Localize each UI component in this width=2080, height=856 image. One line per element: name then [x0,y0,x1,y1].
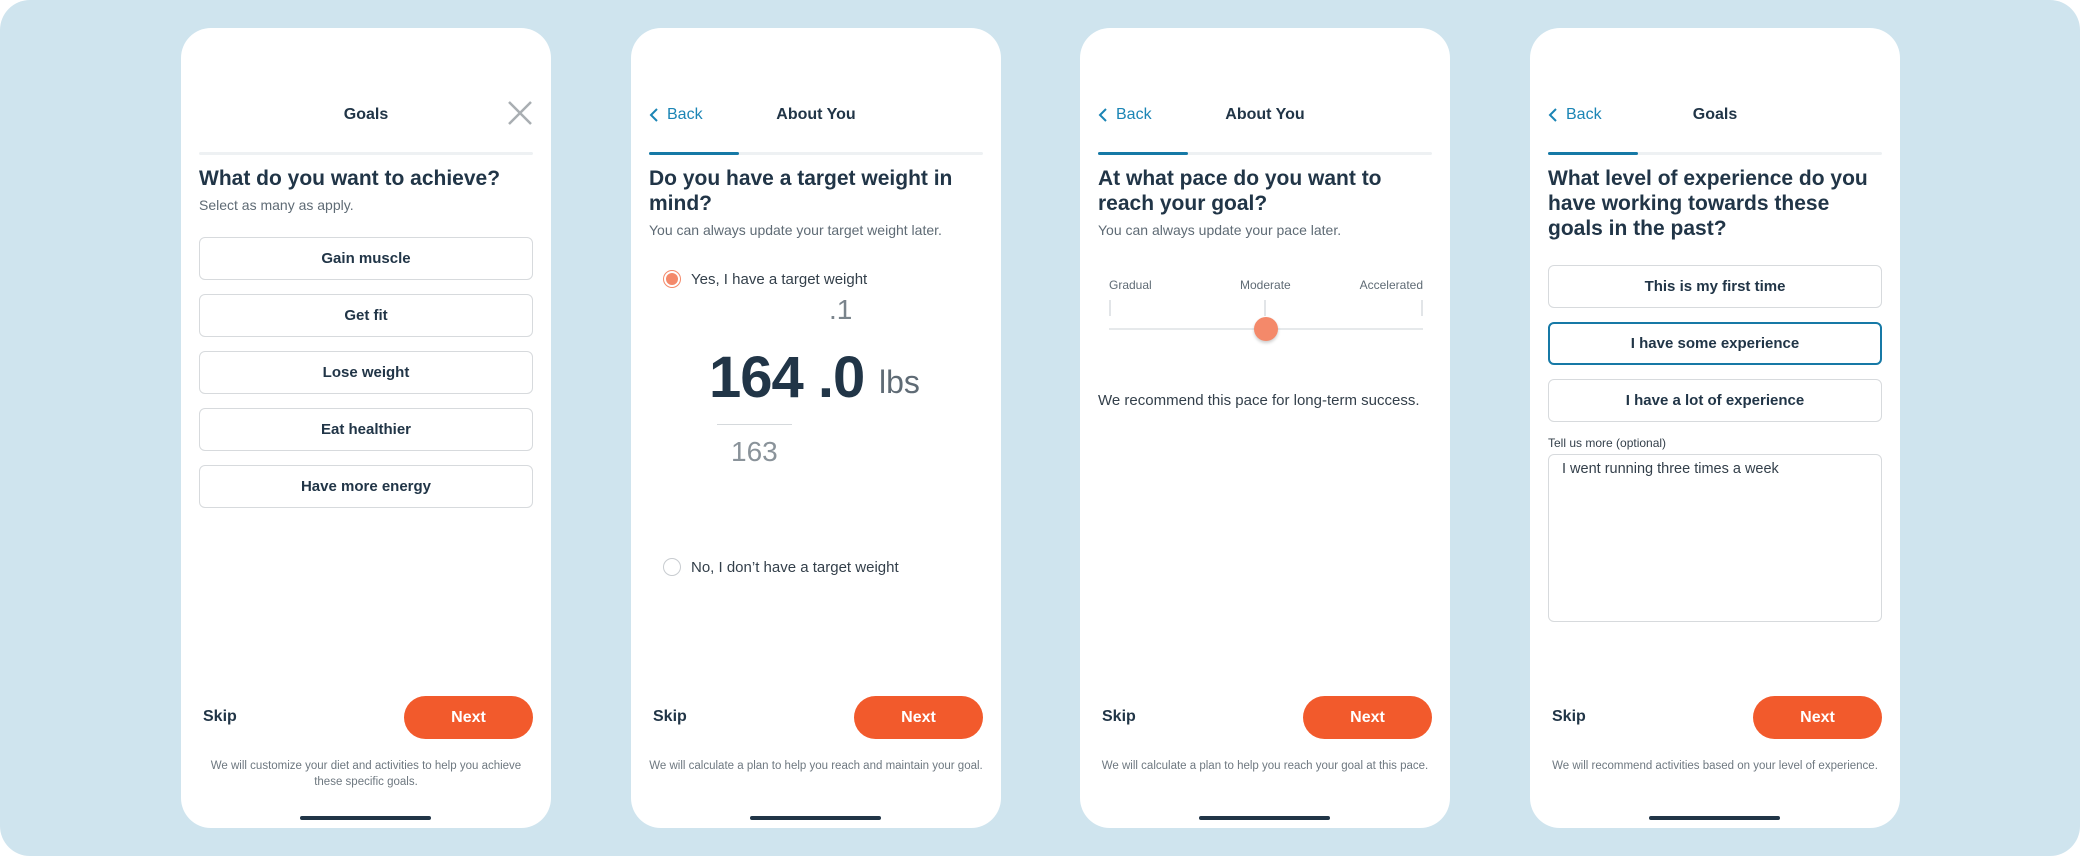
content: What level of experience do you have wor… [1548,166,1882,627]
next-button[interactable]: Next [404,696,533,739]
slider-label-moderate: Moderate [1240,278,1291,292]
question-subtitle: You can always update your pace later. [1098,222,1342,238]
header: Back About You [649,76,983,156]
question-title: At what pace do you want to reach your g… [1098,167,1382,215]
footnote: We will calculate a plan to help you rea… [649,760,983,772]
content: What do you want to achieve? Select as m… [199,166,533,522]
slider-label-accelerated: Accelerated [1359,278,1423,292]
radio-label: Yes, I have a target weight [691,270,868,288]
screen-pace: Back About You At what pace do you want … [1080,28,1450,828]
skip-button[interactable]: Skip [1102,708,1136,726]
question-title: What level of experience do you have wor… [1548,167,1868,240]
progress-bar [1098,152,1188,155]
home-indicator [300,816,431,820]
next-button[interactable]: Next [1303,696,1432,739]
next-button[interactable]: Next [854,696,983,739]
skip-button[interactable]: Skip [653,708,687,726]
progress-bar [1548,152,1638,155]
experience-option-a-lot[interactable]: I have a lot of experience [1548,379,1882,422]
goal-option-more-energy[interactable]: Have more energy [199,465,533,508]
screen-target-weight: Back About You Do you have a target weig… [631,28,1001,828]
footnote: We will calculate a plan to help you rea… [1101,760,1429,772]
slider-thumb[interactable] [1254,317,1278,341]
pace-recommendation: We recommend this pace for long-term suc… [1098,392,1420,409]
next-button[interactable]: Next [1753,696,1882,739]
header-divider [199,152,533,155]
goal-option-lose-weight[interactable]: Lose weight [199,351,533,394]
picker-selected-value: 164 .0 [709,344,865,411]
footnote: We will recommend activities based on yo… [1552,760,1878,772]
goal-option-eat-healthier[interactable]: Eat healthier [199,408,533,451]
picker-divider [717,424,792,425]
weight-picker[interactable]: .1 164 .0 lbs 163 [649,288,983,558]
close-icon[interactable] [507,100,533,126]
home-indicator [1649,816,1780,820]
experience-option-first-time[interactable]: This is my first time [1548,265,1882,308]
progress-bar [649,152,739,155]
picker-above-value: .1 [829,294,853,325]
picker-unit: lbs [879,364,920,400]
picker-below-value: 163 [731,436,778,467]
header: Back Goals [1548,76,1882,156]
content: At what pace do you want to reach your g… [1098,166,1432,410]
radio-unselected-icon [663,558,681,576]
experience-option-some[interactable]: I have some experience [1548,322,1882,365]
picker-decimal: .0 [817,345,865,410]
skip-button[interactable]: Skip [203,708,237,726]
screen-experience: Back Goals What level of experience do y… [1530,28,1900,828]
radio-no-target[interactable]: No, I don’t have a target weight [663,558,983,576]
home-indicator [750,816,881,820]
footer-actions: Skip Next [1548,696,1882,740]
header-title: About You [776,106,856,123]
radio-selected-icon [663,270,681,288]
footnote: We will customize your diet and activiti… [210,760,522,788]
slider-label-gradual: Gradual [1109,278,1152,292]
slider-tick [1421,300,1423,316]
goal-options: Gain muscle Get fit Lose weight Eat heal… [199,237,533,508]
skip-button[interactable]: Skip [1552,708,1586,726]
screen-goals: Goals What do you want to achieve? Selec… [181,28,551,828]
content: Do you have a target weight in mind? You… [649,166,983,576]
picker-whole: 164 [709,345,804,410]
experience-options: This is my first time I have some experi… [1548,265,1882,422]
footer-actions: Skip Next [199,696,533,740]
header-title: Goals [343,106,389,123]
footer-actions: Skip Next [1098,696,1432,740]
textarea-label: Tell us more (optional) [1548,436,1667,450]
goal-option-gain-muscle[interactable]: Gain muscle [199,237,533,280]
header: Back About You [1098,76,1432,156]
radio-label: No, I don’t have a target weight [691,558,899,576]
footer-actions: Skip Next [649,696,983,740]
header-title: Goals [1692,106,1738,123]
question-subtitle: You can always update your target weight… [649,222,942,238]
slider-tick [1109,300,1111,316]
question-subtitle: Select as many as apply. [199,197,354,213]
goal-option-get-fit[interactable]: Get fit [199,294,533,337]
question-title: What do you want to achieve? [199,167,501,190]
tell-us-more-input[interactable]: I went running three times a week [1548,454,1882,622]
header-title: About You [1225,106,1305,123]
home-indicator [1199,816,1330,820]
question-title: Do you have a target weight in mind? [649,167,953,215]
slider-tick [1264,300,1266,316]
pace-slider[interactable]: Gradual Moderate Accelerated [1098,278,1432,358]
header: Goals [199,76,533,156]
radio-yes-target[interactable]: Yes, I have a target weight [663,270,983,288]
